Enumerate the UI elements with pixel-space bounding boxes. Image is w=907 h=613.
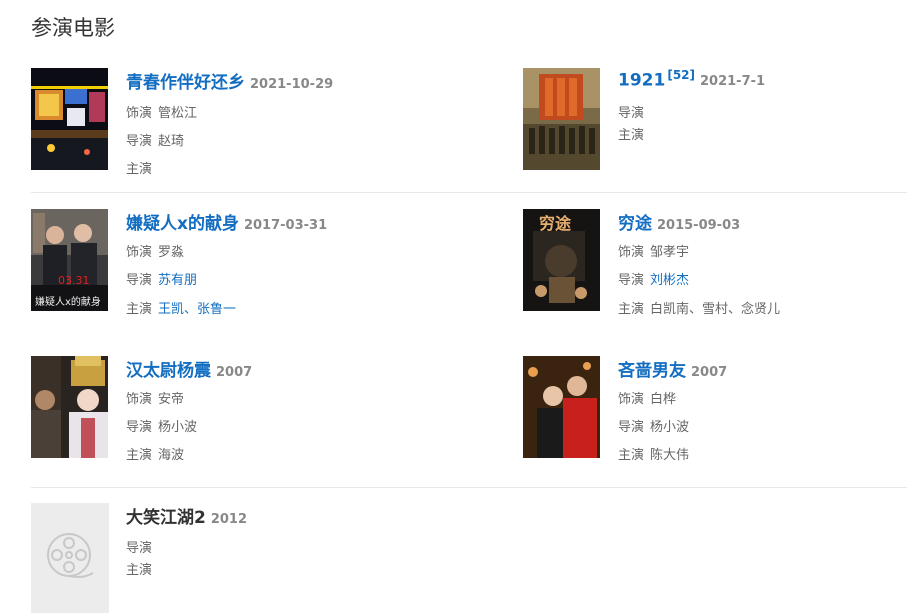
divider [31, 192, 907, 193]
poster-date-text: 03.31 [58, 274, 90, 287]
film-poster[interactable]: 穷途 [523, 209, 600, 311]
role-label: 饰演 [126, 245, 153, 260]
director-value: 杨小波 [158, 420, 198, 435]
cast-value: 陈大伟 [650, 448, 690, 463]
director-row: 导演 [126, 537, 158, 556]
cast-row: 主演 王凯、张鲁一 [126, 298, 236, 317]
film-release-date: 2021-7-1 [700, 74, 766, 90]
cast-label: 主演 [126, 563, 153, 578]
director-label: 导演 [126, 273, 153, 288]
cast-link[interactable]: 王凯 [158, 302, 184, 317]
cast-label: 主演 [618, 448, 645, 463]
cast-label: 主演 [126, 448, 153, 463]
poster-title-text: 穷途 [539, 214, 572, 233]
film-item: 穷途 穷途 2015-09-03 饰演 邹孝宇 导演 刘彬杰 主演 白凯南、雪村、念贤儿 [523, 209, 903, 319]
cast-label: 主演 [126, 302, 153, 317]
role-row: 饰演 邹孝宇 [618, 241, 689, 260]
director-label: 导演 [618, 420, 645, 435]
role-label: 饰演 [126, 392, 153, 407]
film-poster[interactable] [523, 68, 600, 170]
cast-label: 主演 [126, 162, 153, 177]
film-item: 吝啬男友 2007 饰演 白桦 导演 杨小波 主演 陈大伟 [523, 356, 903, 466]
film-release-date: 2007 [691, 365, 728, 380]
role-value: 安帝 [158, 392, 185, 407]
cast-row: 主演 陈大伟 [618, 444, 689, 463]
film-title-link[interactable]: 汉太尉杨震 [126, 361, 211, 381]
film-release-date: 2017-03-31 [243, 218, 328, 233]
role-value: 邹孝宇 [650, 245, 690, 260]
film-title-link[interactable]: 1921 [618, 70, 665, 90]
cast-value: 海波 [158, 448, 185, 463]
film-title-link[interactable]: 青春作伴好还乡 [126, 73, 245, 93]
role-value: 罗淼 [158, 245, 185, 260]
role-label: 饰演 [618, 245, 645, 260]
film-poster[interactable] [523, 356, 600, 458]
film-release-date: 2015-09-03 [657, 218, 741, 233]
cast-link[interactable]: 张鲁一 [197, 302, 236, 317]
director-row: 导演 杨小波 [618, 416, 689, 435]
director-row: 导演 刘彬杰 [618, 269, 689, 288]
director-value: 杨小波 [650, 420, 690, 435]
film-item: 1921 [52] 2021-7-1 导演 主演 [523, 68, 903, 178]
director-row: 导演 赵琦 [126, 130, 184, 149]
role-value: 管松江 [158, 106, 198, 121]
film-release-date: 2012 [210, 512, 248, 527]
poster-title-text: 嫌疑人x的献身 [35, 295, 101, 308]
director-label: 导演 [126, 420, 153, 435]
director-row: 导演 杨小波 [126, 416, 197, 435]
cast-label: 主演 [618, 128, 645, 143]
role-label: 饰演 [618, 392, 645, 407]
role-row: 饰演 管松江 [126, 102, 197, 121]
director-row: 导演 [618, 102, 650, 121]
cast-row: 主演 白凯南、雪村、念贤儿 [618, 298, 780, 317]
director-label: 导演 [126, 541, 153, 556]
section-title: 参演电影 [31, 16, 115, 40]
director-label: 导演 [126, 134, 153, 149]
role-row: 饰演 安帝 [126, 388, 184, 407]
film-reel-icon [47, 533, 94, 578]
director-link[interactable]: 苏有朋 [158, 273, 197, 288]
role-label: 饰演 [126, 106, 153, 121]
director-row: 导演 苏有朋 [126, 269, 197, 288]
film-release-date: 2021-10-29 [250, 77, 334, 92]
director-link[interactable]: 刘彬杰 [650, 273, 689, 288]
film-title-link[interactable]: 嫌疑人x的献身 [126, 214, 239, 234]
film-title: 大笑江湖2 [126, 508, 206, 528]
film-poster[interactable]: 03.31 嫌疑人x的献身 [31, 209, 108, 311]
film-item: 汉太尉杨震 2007 饰演 安帝 导演 杨小波 主演 海波 [31, 356, 471, 466]
film-release-date: 2007 [216, 365, 253, 380]
film-poster[interactable] [31, 68, 108, 170]
film-title-link[interactable]: 吝啬男友 [618, 361, 686, 381]
divider [31, 487, 907, 488]
role-value: 白桦 [650, 392, 677, 407]
film-poster[interactable] [31, 356, 108, 458]
cast-label: 主演 [618, 302, 645, 317]
director-label: 导演 [618, 273, 645, 288]
cast-separator: 、 [184, 302, 198, 317]
cast-row: 主演 [126, 559, 158, 578]
film-item: 03.31 嫌疑人x的献身 嫌疑人x的献身 2017-03-31 饰演 罗淼 导演苏… [31, 209, 471, 319]
cast-row: 主演 海波 [126, 444, 184, 463]
citation-link[interactable]: [52] [667, 68, 695, 82]
film-item: 青春作伴好还乡 2021-10-29 饰演 管松江 导演 赵琦 主演 [31, 68, 471, 178]
cast-value: 白凯南、雪村、念贤儿 [650, 302, 781, 317]
film-item: 大笑江湖2 2012 导演 主演 [31, 503, 471, 613]
role-row: 饰演 白桦 [618, 388, 676, 407]
role-row: 饰演 罗淼 [126, 241, 184, 260]
cast-row: 主演 [618, 124, 650, 143]
director-value: 赵琦 [158, 134, 185, 149]
cast-row: 主演 [126, 158, 158, 177]
director-label: 导演 [618, 106, 645, 121]
film-poster-placeholder [31, 503, 109, 613]
film-title-link[interactable]: 穷途 [618, 214, 652, 234]
